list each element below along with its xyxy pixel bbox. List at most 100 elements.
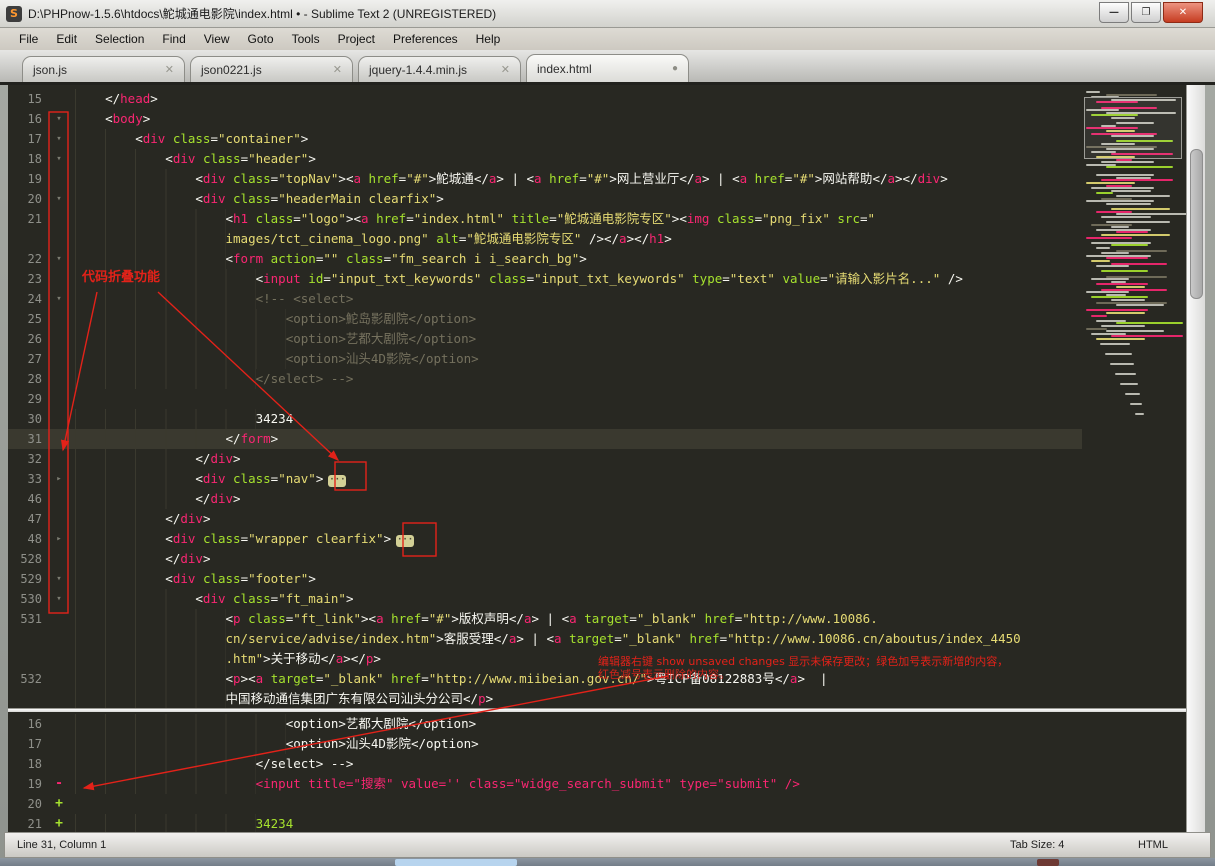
menu-edit[interactable]: Edit: [47, 28, 86, 50]
menu-help[interactable]: Help: [467, 28, 510, 50]
code-line-27[interactable]: 27<option>汕头4D影院</option>: [8, 349, 1082, 369]
line-number[interactable]: 25: [8, 309, 48, 329]
fold-arrow-icon[interactable]: ▾: [48, 109, 70, 129]
maximize-button[interactable]: ❐: [1131, 2, 1161, 23]
minimap-viewport[interactable]: [1084, 97, 1182, 159]
line-number[interactable]: 20: [8, 794, 48, 814]
code-line-532[interactable]: 532<p><a target="_blank" href="http://ww…: [8, 669, 1082, 689]
menu-goto[interactable]: Goto: [239, 28, 283, 50]
tab-size-indicator[interactable]: Tab Size: 4: [1010, 839, 1064, 851]
line-number[interactable]: 28: [8, 369, 48, 389]
code-line-529[interactable]: 529▾<div class="footer">: [8, 569, 1082, 589]
line-number[interactable]: 531: [8, 609, 48, 629]
code-line-530[interactable]: 530▾<div class="ft_main">: [8, 589, 1082, 609]
code-line-wrap[interactable]: images/tct_cinema_logo.png" alt="鮀城通电影院专…: [8, 229, 1082, 249]
tab-json.js[interactable]: json.js✕: [22, 56, 185, 82]
menu-project[interactable]: Project: [329, 28, 384, 50]
close-button[interactable]: ✕: [1163, 2, 1203, 23]
code-line-wrap[interactable]: .htm">关于移动</a></p>: [8, 649, 1082, 669]
line-number[interactable]: 18: [8, 149, 48, 169]
line-number[interactable]: 29: [8, 389, 48, 409]
line-number[interactable]: 23: [8, 269, 48, 289]
line-number[interactable]: [8, 689, 48, 708]
tab-json0221.js[interactable]: json0221.js✕: [190, 56, 353, 82]
line-number[interactable]: [8, 229, 48, 249]
code-line-wrap[interactable]: cn/service/advise/index.htm">客服受理</a> | …: [8, 629, 1082, 649]
line-number[interactable]: 529: [8, 569, 48, 589]
line-number[interactable]: 46: [8, 489, 48, 509]
code-line-31[interactable]: 31</form>: [8, 429, 1082, 449]
line-number[interactable]: 48: [8, 529, 48, 549]
fold-arrow-icon[interactable]: ▾: [48, 249, 70, 269]
code-line-30[interactable]: 3034234: [8, 409, 1082, 429]
line-number[interactable]: 528: [8, 549, 48, 569]
menu-file[interactable]: File: [10, 28, 47, 50]
fold-arrow-icon[interactable]: ▾: [48, 189, 70, 209]
menu-view[interactable]: View: [195, 28, 239, 50]
main-editor[interactable]: 15</head>16▾<body>17▾<div class="contain…: [8, 85, 1186, 708]
line-number[interactable]: 18: [8, 754, 48, 774]
line-number[interactable]: 22: [8, 249, 48, 269]
code-line-48[interactable]: 48▸<div class="wrapper clearfix">···: [8, 529, 1082, 549]
unsaved-changes-panel[interactable]: 16<option>艺都大剧院</option>17<option>汕头4D影院…: [8, 712, 1186, 832]
code-line-32[interactable]: 32</div>: [8, 449, 1082, 469]
line-number[interactable]: 27: [8, 349, 48, 369]
line-number[interactable]: 32: [8, 449, 48, 469]
minimap[interactable]: [1082, 85, 1186, 708]
line-number[interactable]: 16: [8, 109, 48, 129]
code-line-19[interactable]: 19<div class="topNav"><a href="#">鮀城通</a…: [8, 169, 1082, 189]
code-line-528[interactable]: 528</div>: [8, 549, 1082, 569]
minimize-button[interactable]: —: [1099, 2, 1129, 23]
menu-tools[interactable]: Tools: [283, 28, 329, 50]
line-number[interactable]: 21: [8, 209, 48, 229]
line-number[interactable]: [8, 649, 48, 669]
line-number[interactable]: 19: [8, 169, 48, 189]
menu-preferences[interactable]: Preferences: [384, 28, 467, 50]
code-line-18[interactable]: 18</select> -->: [8, 754, 1082, 774]
code-line-20[interactable]: 20+: [8, 794, 1082, 814]
folded-code-ellipsis-icon[interactable]: ···: [328, 475, 346, 487]
code-line-29[interactable]: 29: [8, 389, 1082, 409]
code-line-20[interactable]: 20▾<div class="headerMain clearfix">: [8, 189, 1082, 209]
code-line-46[interactable]: 46</div>: [8, 489, 1082, 509]
vertical-scrollbar[interactable]: [1186, 85, 1205, 832]
code-line-33[interactable]: 33▸<div class="nav">···: [8, 469, 1082, 489]
code-line-17[interactable]: 17▾<div class="container">: [8, 129, 1082, 149]
folded-code-ellipsis-icon[interactable]: ···: [396, 535, 414, 547]
code-line-17[interactable]: 17<option>汕头4D影院</option>: [8, 734, 1082, 754]
menu-find[interactable]: Find: [153, 28, 194, 50]
code-line-23[interactable]: 23<input id="input_txt_keywords" class="…: [8, 269, 1082, 289]
code-line-531[interactable]: 531<p class="ft_link"><a href="#">版权声明</…: [8, 609, 1082, 629]
line-number[interactable]: 21: [8, 814, 48, 832]
code-line-24[interactable]: 24▾<!-- <select>: [8, 289, 1082, 309]
line-number[interactable]: 17: [8, 129, 48, 149]
fold-arrow-icon[interactable]: ▾: [48, 569, 70, 589]
line-number[interactable]: 532: [8, 669, 48, 689]
menu-selection[interactable]: Selection: [86, 28, 153, 50]
code-line-16[interactable]: 16<option>艺都大剧院</option>: [8, 714, 1082, 734]
code-line-21[interactable]: 21<h1 class="logo"><a href="index.html" …: [8, 209, 1082, 229]
fold-arrow-icon[interactable]: ▾: [48, 129, 70, 149]
code-line-16[interactable]: 16▾<body>: [8, 109, 1082, 129]
tab-close-icon[interactable]: ✕: [333, 64, 342, 75]
code-line-18[interactable]: 18▾<div class="header">: [8, 149, 1082, 169]
code-line-22[interactable]: 22▾<form action="" class="fm_search i i_…: [8, 249, 1082, 269]
fold-arrow-icon[interactable]: ▸: [48, 529, 70, 549]
tab-index.html[interactable]: index.html●: [526, 54, 689, 82]
fold-arrow-icon[interactable]: ▾: [48, 149, 70, 169]
code-line-19[interactable]: 19-<input title="搜索" value='' class="wid…: [8, 774, 1082, 794]
code-line-47[interactable]: 47</div>: [8, 509, 1082, 529]
fold-arrow-icon[interactable]: ▾: [48, 289, 70, 309]
line-number[interactable]: 16: [8, 714, 48, 734]
line-number[interactable]: 530: [8, 589, 48, 609]
code-line-25[interactable]: 25<option>鮀岛影剧院</option>: [8, 309, 1082, 329]
line-number[interactable]: 17: [8, 734, 48, 754]
fold-arrow-icon[interactable]: ▸: [48, 469, 70, 489]
line-number[interactable]: 20: [8, 189, 48, 209]
line-number[interactable]: 15: [8, 89, 48, 109]
scrollbar-thumb[interactable]: [1190, 149, 1203, 299]
syntax-indicator[interactable]: HTML: [1138, 839, 1168, 851]
code-line-21[interactable]: 21+34234: [8, 814, 1082, 832]
line-number[interactable]: 26: [8, 329, 48, 349]
line-number[interactable]: [8, 629, 48, 649]
